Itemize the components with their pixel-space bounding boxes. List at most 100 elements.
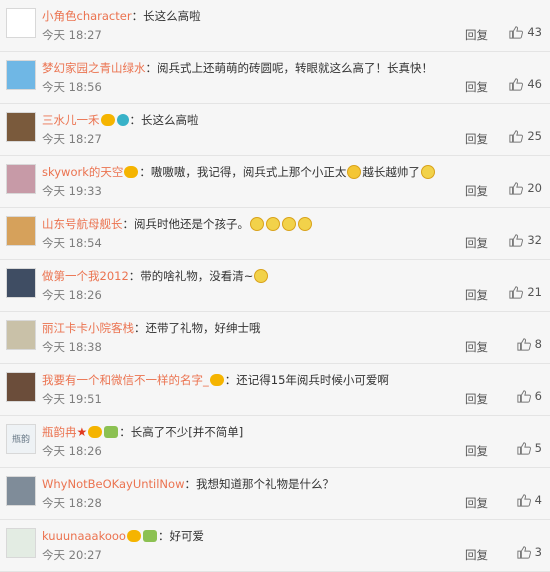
like-count: 6 <box>534 389 542 403</box>
timestamp: 今天 20:27 <box>42 548 102 562</box>
username-link[interactable]: 我要有一个和微信不一样的名字_ <box>42 373 209 387</box>
avatar[interactable] <box>6 60 36 90</box>
comment-line: 小角色character：长这么高啦 <box>42 7 542 25</box>
reply-button[interactable]: 回复 <box>465 131 488 147</box>
comment-text: ：我想知道那个礼物是什么？ <box>184 477 334 491</box>
comment-text: ：好可爱 <box>157 529 204 543</box>
like-count: 21 <box>527 285 542 299</box>
thumbs-up-icon <box>517 390 531 403</box>
username-link[interactable]: 小角色character <box>42 9 132 23</box>
like-button[interactable]: 4 <box>517 493 542 507</box>
emoji-icon <box>298 217 312 231</box>
comment-row: 小角色character：长这么高啦今天 18:27 回复 43 <box>0 0 550 52</box>
comment-line: WhyNotBeOKayUntilNow：我想知道那个礼物是什么？ <box>42 475 542 493</box>
reply-button[interactable]: 回复 <box>465 287 488 303</box>
comment-text: ：长高了不少[并不简单] <box>119 425 244 439</box>
timestamp: 今天 19:51 <box>42 392 102 406</box>
reply-button[interactable]: 回复 <box>465 235 488 251</box>
reply-button[interactable]: 回复 <box>465 495 488 511</box>
thumbs-up-icon <box>509 286 524 299</box>
username-link[interactable]: 瓶韵冉 <box>42 425 77 439</box>
comment-line: 山东号航母舰长：阅兵时他还是个孩子。 <box>42 215 542 233</box>
username-link[interactable]: kuuunaaakooo <box>42 529 126 543</box>
timestamp: 今天 18:28 <box>42 496 102 510</box>
thumbs-up-icon <box>509 78 524 91</box>
emoji-icon <box>266 217 280 231</box>
like-count: 5 <box>534 441 542 455</box>
like-button[interactable]: 6 <box>517 389 542 403</box>
like-button[interactable]: 20 <box>509 181 542 195</box>
leaf-badge-icon <box>104 426 119 438</box>
avatar[interactable] <box>6 164 36 194</box>
username-link[interactable]: 山东号航母舰长 <box>42 217 123 231</box>
like-button[interactable]: 43 <box>509 25 542 39</box>
avatar[interactable] <box>6 476 36 506</box>
like-count: 4 <box>534 493 542 507</box>
circle-badge-icon <box>116 114 129 126</box>
like-button[interactable]: 46 <box>509 77 542 91</box>
emoji-icon <box>254 269 269 283</box>
reply-button[interactable]: 回复 <box>465 183 488 199</box>
comment-text: ：还带了礼物，好绅士哦 <box>134 321 261 335</box>
username-link[interactable]: skywork的天空 <box>42 165 123 179</box>
thumbs-up-icon <box>509 26 524 39</box>
timestamp: 今天 18:26 <box>42 444 102 458</box>
like-count: 46 <box>527 77 542 91</box>
reply-button[interactable]: 回复 <box>465 443 488 459</box>
comment-text-cont: 越长越帅了 <box>362 165 420 179</box>
comment-text: ：阅兵时他还是个孩子。 <box>122 217 250 231</box>
avatar[interactable] <box>6 268 36 298</box>
comment-row: 瓶韵 瓶韵冉★ ：长高了不少[并不简单] 今天 18:26 回复 5 <box>0 416 550 468</box>
comment-line: 瓶韵冉★ ：长高了不少[并不简单] <box>42 423 542 441</box>
comment-row: kuuunaaakooo ：好可爱今天 20:27 回复 3 <box>0 520 550 572</box>
avatar[interactable] <box>6 112 36 142</box>
like-button[interactable]: 25 <box>509 129 542 143</box>
like-button[interactable]: 5 <box>517 441 542 455</box>
avatar[interactable] <box>6 8 36 38</box>
timestamp: 今天 18:27 <box>42 132 102 146</box>
comment-row: 三水儿一禾 ：长这么高啦 今天 18:27 回复 25 <box>0 104 550 156</box>
like-count: 25 <box>527 129 542 143</box>
username-link[interactable]: 丽江卡卡小院客栈 <box>42 321 134 335</box>
comment-line: 丽江卡卡小院客栈：还带了礼物，好绅士哦 <box>42 319 542 337</box>
like-button[interactable]: 8 <box>517 337 542 351</box>
avatar[interactable] <box>6 216 36 246</box>
like-button[interactable]: 21 <box>509 285 542 299</box>
comment-text: ：长这么高啦 <box>131 9 201 23</box>
like-count: 32 <box>527 233 542 247</box>
reply-button[interactable]: 回复 <box>465 79 488 95</box>
username-link[interactable]: 做第一个我2012 <box>42 269 129 283</box>
avatar[interactable] <box>6 528 36 558</box>
comment-row: 我要有一个和微信不一样的名字_ ：还记得15年阅兵时候小可爱啊 今天 19:51 回复… <box>0 364 550 416</box>
like-count: 8 <box>534 337 542 351</box>
timestamp: 今天 18:26 <box>42 288 102 302</box>
like-button[interactable]: 3 <box>517 545 542 559</box>
reply-button[interactable]: 回复 <box>465 547 488 563</box>
reply-button[interactable]: 回复 <box>465 391 488 407</box>
timestamp: 今天 18:27 <box>42 28 102 42</box>
username-link[interactable]: 三水儿一禾 <box>42 113 100 127</box>
like-count: 20 <box>527 181 542 195</box>
comment-text: ：带的啥礼物，没看清~ <box>128 269 254 283</box>
thumbs-up-icon <box>517 442 531 455</box>
thumbs-up-icon <box>509 130 524 143</box>
thumbs-up-icon <box>509 234 524 247</box>
emoji-icon <box>250 217 264 231</box>
comment-row: 梦幻家园之青山绿水：阅兵式上还萌萌的砖圆呢，转眼就这么高了！长真快！ 今天 18:… <box>0 52 550 104</box>
thumbs-up-icon <box>517 338 531 351</box>
username-link[interactable]: WhyNotBeOKayUntilNow <box>42 477 184 491</box>
reply-button[interactable]: 回复 <box>465 27 488 43</box>
avatar[interactable] <box>6 372 36 402</box>
like-button[interactable]: 32 <box>509 233 542 247</box>
reply-button[interactable]: 回复 <box>465 339 488 355</box>
timestamp: 今天 18:56 <box>42 80 102 94</box>
comment-line: skywork的天空 ：嗷嗷嗷，我记得，阅兵式上那个小正太 越长越帅了 <box>42 163 542 181</box>
comment-row: 山东号航母舰长：阅兵时他还是个孩子。 今天 18:54 回复 32 <box>0 208 550 260</box>
vip-badge-icon <box>126 530 141 542</box>
avatar[interactable] <box>6 320 36 350</box>
comment-row: skywork的天空 ：嗷嗷嗷，我记得，阅兵式上那个小正太 越长越帅了 今天 19:3… <box>0 156 550 208</box>
username-link[interactable]: 梦幻家园之青山绿水 <box>42 61 146 75</box>
thumbs-up-icon <box>517 494 531 507</box>
emoji-icon <box>347 165 362 179</box>
avatar[interactable]: 瓶韵 <box>6 424 36 454</box>
